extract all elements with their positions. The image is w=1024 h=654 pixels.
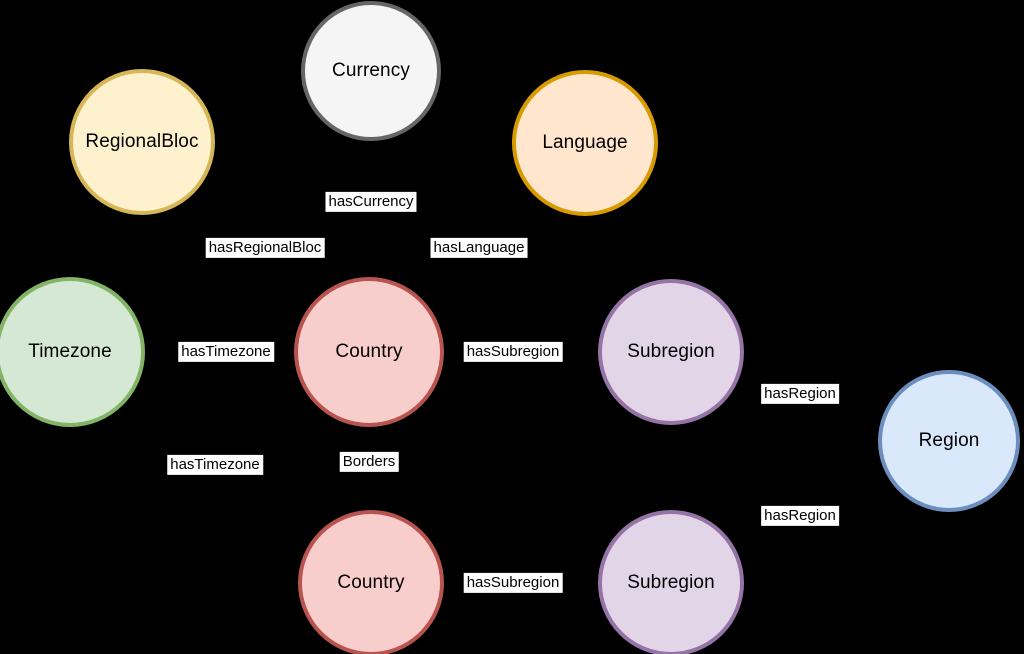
edge-label-e-hastimezone-top[interactable]: hasTimezone: [178, 341, 274, 363]
edge-label-e-hastimezone-bot[interactable]: hasTimezone: [167, 454, 263, 476]
node-subregion-bottom[interactable]: Subregion: [598, 510, 744, 654]
node-label: Timezone: [28, 340, 112, 362]
edge-label-e-hasregion-bot[interactable]: hasRegion: [761, 505, 839, 527]
edge-label-e-hasregion-top[interactable]: hasRegion: [761, 383, 839, 405]
node-label: Country: [337, 571, 405, 593]
node-label: Language: [542, 131, 628, 153]
node-label: Country: [335, 340, 403, 362]
node-currency[interactable]: Currency: [301, 1, 441, 141]
node-label: Subregion: [627, 571, 715, 593]
node-region[interactable]: Region: [878, 370, 1020, 512]
node-label: Subregion: [627, 340, 715, 362]
node-label: Region: [918, 429, 980, 451]
node-timezone[interactable]: Timezone: [0, 277, 145, 427]
edge-label-e-hassubregion-bot[interactable]: hasSubregion: [463, 572, 563, 594]
node-label: Currency: [332, 59, 410, 81]
edge-label-e-hasregionalbloc[interactable]: hasRegionalBloc: [205, 237, 325, 259]
node-country-bottom[interactable]: Country: [298, 510, 444, 654]
node-regionalbloc[interactable]: RegionalBloc: [69, 69, 215, 215]
edge-label-e-borders[interactable]: Borders: [339, 451, 399, 473]
node-country-top[interactable]: Country: [294, 277, 444, 427]
edge-label-e-hascurrency[interactable]: hasCurrency: [325, 191, 417, 213]
diagram-canvas: RegionalBloc Currency Language Timezone Coun…: [0, 0, 1024, 654]
node-label: RegionalBloc: [85, 130, 199, 152]
node-language[interactable]: Language: [512, 70, 658, 216]
edge-label-e-hassubregion-top[interactable]: hasSubregion: [463, 341, 563, 363]
node-subregion-top[interactable]: Subregion: [598, 279, 744, 425]
edge-label-e-haslanguage[interactable]: hasLanguage: [430, 237, 528, 259]
